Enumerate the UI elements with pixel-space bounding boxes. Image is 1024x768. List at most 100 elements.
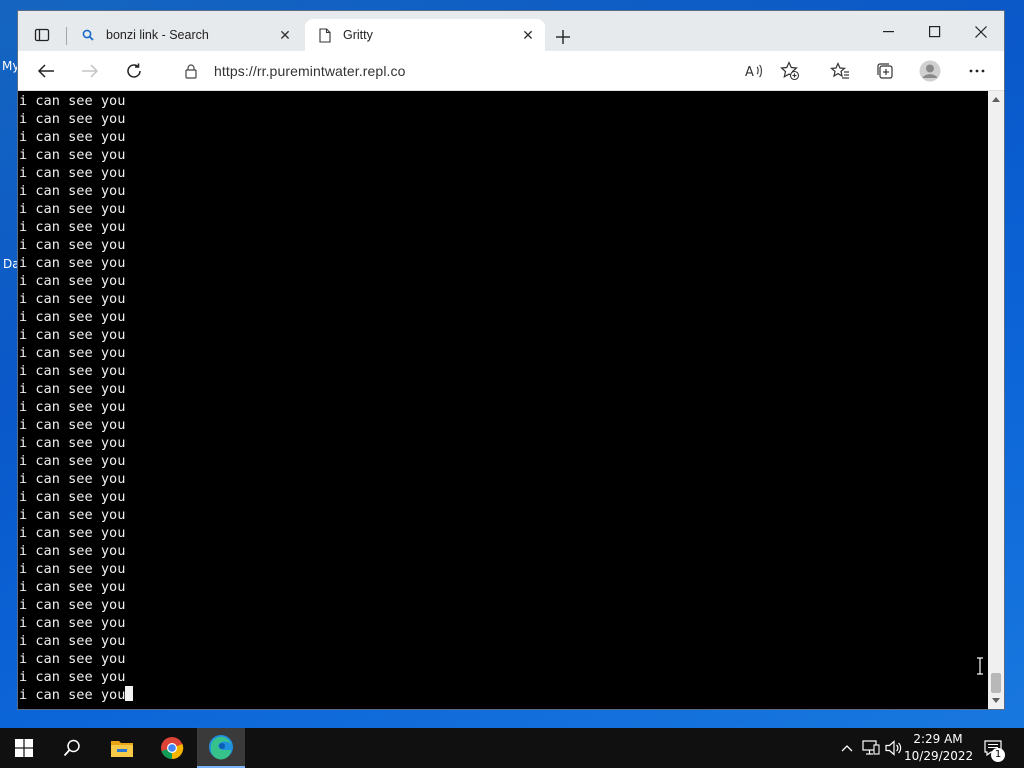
volume-icon[interactable]	[884, 728, 904, 768]
terminal-line: i can see you	[19, 650, 133, 668]
search-icon	[80, 27, 96, 43]
terminal-line: i can see you	[19, 398, 133, 416]
terminal-line-text: i can see you	[19, 345, 126, 361]
maximize-icon[interactable]	[912, 17, 958, 47]
browser-window: bonzi link - Search ✕ Gritty ✕ https://r…	[17, 10, 1005, 710]
terminal-line-text: i can see you	[19, 183, 126, 199]
text-cursor-icon	[977, 657, 983, 675]
file-explorer-icon[interactable]	[98, 728, 146, 768]
terminal-line-text: i can see you	[19, 633, 126, 649]
chevron-up-icon[interactable]	[838, 728, 856, 768]
tab-actions-icon[interactable]	[28, 23, 56, 47]
favorites-icon[interactable]	[826, 57, 854, 85]
terminal-line: i can see you	[19, 110, 133, 128]
tab-separator	[66, 27, 67, 45]
terminal-line-text: i can see you	[19, 435, 126, 451]
terminal-line: i can see you	[19, 272, 133, 290]
clock-date: 10/29/2022	[904, 749, 974, 763]
terminal-line: i can see you	[19, 470, 133, 488]
terminal-line-text: i can see you	[19, 507, 126, 523]
terminal-line: i can see you	[19, 254, 133, 272]
terminal-line-text: i can see you	[19, 255, 126, 271]
terminal-line-text: i can see you	[19, 237, 126, 253]
close-tab-icon[interactable]: ✕	[274, 24, 296, 46]
system-clock[interactable]: 2:29 AM 10/29/2022	[904, 731, 974, 765]
terminal-line-text: i can see you	[19, 597, 126, 613]
terminal-line-text: i can see you	[19, 669, 126, 685]
terminal-line-text: i can see you	[19, 327, 126, 343]
add-favorite-icon[interactable]	[776, 57, 804, 85]
terminal-line: i can see you	[19, 506, 133, 524]
terminal-line: i can see you	[19, 200, 133, 218]
read-aloud-icon[interactable]: A	[740, 57, 768, 85]
terminal-line: i can see you	[19, 308, 133, 326]
terminal-line-text: i can see you	[19, 489, 126, 505]
search-icon[interactable]	[48, 728, 96, 768]
svg-text:A: A	[745, 65, 754, 79]
terminal-line: i can see you	[19, 686, 134, 704]
terminal-line: i can see you	[19, 434, 133, 452]
minimize-icon[interactable]	[866, 17, 912, 47]
tab-gritty[interactable]: Gritty ✕	[305, 19, 545, 51]
clock-time: 2:29 AM	[913, 732, 963, 746]
terminal-line: i can see you	[19, 614, 133, 632]
start-icon[interactable]	[0, 728, 48, 768]
terminal-line-text: i can see you	[19, 219, 126, 235]
new-tab-icon[interactable]	[551, 25, 575, 49]
terminal-line-text: i can see you	[19, 561, 126, 577]
chrome-icon[interactable]	[148, 728, 196, 768]
terminal-line-text: i can see you	[19, 543, 126, 559]
terminal-line-text: i can see you	[19, 453, 126, 469]
tab-title: Gritty	[343, 28, 373, 42]
terminal-line-text: i can see you	[19, 291, 126, 307]
close-tab-icon[interactable]: ✕	[517, 24, 539, 46]
terminal-line: i can see you	[19, 362, 133, 380]
tab-title: bonzi link - Search	[106, 28, 209, 42]
terminal-line-text: i can see you	[19, 687, 126, 703]
terminal-line: i can see you	[19, 236, 133, 254]
page-icon	[317, 27, 333, 43]
tab-bonzi-search[interactable]: bonzi link - Search ✕	[68, 19, 302, 51]
scroll-up-icon[interactable]	[992, 97, 1000, 102]
terminal-line-text: i can see you	[19, 381, 126, 397]
terminal-line: i can see you	[19, 542, 133, 560]
more-icon[interactable]	[963, 57, 991, 85]
profile-icon[interactable]	[916, 57, 944, 85]
back-icon[interactable]	[32, 57, 60, 85]
terminal-line: i can see you	[19, 182, 133, 200]
terminal-line: i can see you	[19, 128, 133, 146]
terminal-output[interactable]: i can see you i can see you i can see you i…	[18, 91, 988, 709]
notifications-icon[interactable]	[980, 728, 1006, 768]
url-text[interactable]: https://rr.puremintwater.repl.co	[214, 63, 406, 79]
terminal-line-text: i can see you	[19, 273, 126, 289]
terminal-line-text: i can see you	[19, 309, 126, 325]
terminal-line-text: i can see you	[19, 651, 126, 667]
vertical-scrollbar[interactable]	[988, 91, 1004, 709]
close-window-icon[interactable]	[958, 17, 1004, 47]
lock-icon[interactable]	[182, 62, 200, 80]
tab-strip: bonzi link - Search ✕ Gritty ✕	[18, 11, 1004, 51]
forward-icon[interactable]	[76, 57, 104, 85]
terminal-line: i can see you	[19, 344, 133, 362]
terminal-line: i can see you	[19, 560, 133, 578]
edge-icon[interactable]	[197, 728, 245, 768]
terminal-line-text: i can see you	[19, 201, 126, 217]
terminal-line: i can see you	[19, 164, 133, 182]
terminal-cursor	[125, 686, 134, 701]
terminal-line: i can see you	[19, 632, 133, 650]
browser-toolbar: https://rr.puremintwater.repl.co A	[18, 51, 1004, 91]
terminal-line-text: i can see you	[19, 525, 126, 541]
terminal-line: i can see you	[19, 452, 133, 470]
terminal-line: i can see you	[19, 326, 133, 344]
terminal-line-text: i can see you	[19, 579, 126, 595]
refresh-icon[interactable]	[120, 57, 148, 85]
scroll-down-icon[interactable]	[992, 698, 1000, 703]
network-icon[interactable]	[861, 728, 881, 768]
terminal-line-text: i can see you	[19, 363, 126, 379]
collections-icon[interactable]	[871, 57, 899, 85]
address-bar[interactable]: https://rr.puremintwater.repl.co	[176, 56, 798, 86]
scroll-thumb[interactable]	[991, 673, 1001, 693]
terminal-line: i can see you	[19, 488, 133, 506]
terminal-line: i can see you	[19, 380, 133, 398]
terminal-line-text: i can see you	[19, 417, 126, 433]
